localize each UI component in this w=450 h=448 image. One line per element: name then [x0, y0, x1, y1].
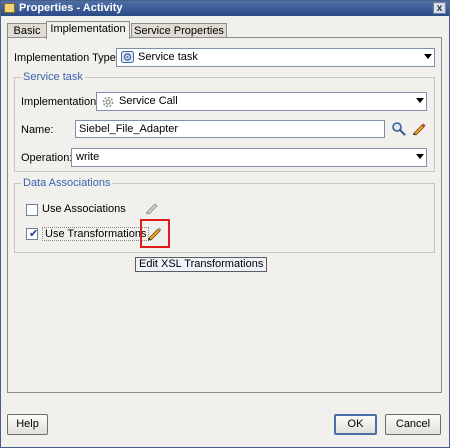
implementation-type-select[interactable]: Service task: [116, 48, 435, 67]
search-icon[interactable]: [391, 121, 406, 136]
edit-transformations-pencil-icon[interactable]: [146, 225, 163, 242]
checkmark-icon: ✔: [29, 228, 39, 240]
operation-select[interactable]: write: [71, 148, 427, 167]
title-bar[interactable]: Properties - Activity x: [1, 1, 449, 16]
window-title: Properties - Activity: [19, 2, 123, 14]
chevron-down-icon: [424, 54, 432, 59]
gear-icon: [101, 95, 115, 109]
implementation-label: Implementation:: [21, 96, 100, 108]
implementation-value: Service Call: [119, 95, 178, 107]
service-task-icon: [121, 51, 134, 63]
edit-associations-pencil-icon: [144, 200, 159, 215]
operation-value: write: [76, 151, 100, 163]
use-associations-checkbox[interactable]: [26, 204, 38, 216]
name-field[interactable]: Siebel_File_Adapter: [75, 120, 385, 138]
use-transformations-checkbox[interactable]: ✔: [26, 228, 38, 240]
tooltip-edit-xsl: Edit XSL Transformations: [135, 257, 268, 272]
chevron-down-icon: [416, 98, 424, 103]
name-label: Name:: [21, 124, 54, 136]
ok-button[interactable]: OK: [334, 414, 377, 435]
close-button[interactable]: x: [433, 2, 446, 14]
tab-service-properties[interactable]: Service Properties: [131, 23, 227, 38]
implementation-select[interactable]: Service Call: [96, 92, 427, 111]
properties-dialog: Properties - Activity x Basic Implementa…: [0, 0, 450, 448]
data-associations-group-title: Data Associations: [21, 177, 113, 189]
chevron-down-icon: [416, 154, 424, 159]
data-associations-group: Data Associations Use Associations ✔ Use…: [14, 177, 435, 253]
operation-label: Operation:: [21, 152, 73, 164]
window-icon: [4, 3, 15, 13]
implementation-type-value: Service task: [138, 51, 198, 63]
help-button[interactable]: Help: [7, 414, 48, 435]
cancel-button[interactable]: Cancel: [385, 414, 441, 435]
use-transformations-label[interactable]: Use Transformations: [42, 227, 150, 241]
tab-basic[interactable]: Basic: [7, 23, 47, 38]
edit-pencil-icon[interactable]: [411, 121, 426, 136]
service-task-group-title: Service task: [21, 71, 85, 83]
use-associations-label[interactable]: Use Associations: [42, 203, 126, 215]
service-task-group: Service task Implementation: Service Cal…: [14, 71, 435, 172]
implementation-type-label: Implementation Type:: [14, 52, 119, 64]
implementation-panel: Implementation Type: Service task Servic…: [7, 37, 442, 393]
tab-implementation[interactable]: Implementation: [46, 21, 130, 39]
